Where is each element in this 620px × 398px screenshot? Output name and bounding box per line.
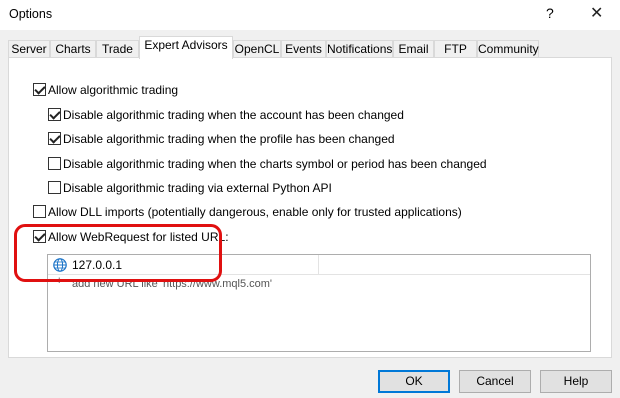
url-list[interactable]: 127.0.0.1 + add new URL like 'https://ww… <box>47 254 591 352</box>
cancel-button[interactable]: Cancel <box>459 370 531 393</box>
tab-email[interactable]: Email <box>393 40 434 58</box>
tab-community[interactable]: Community <box>477 40 539 58</box>
allow-algo-trading-label: Allow algorithmic trading <box>48 83 179 97</box>
close-icon[interactable]: ✕ <box>590 3 603 23</box>
url-value: 127.0.0.1 <box>72 258 123 272</box>
allow-algo-trading-checkbox[interactable] <box>33 83 46 96</box>
add-url-icon[interactable]: + <box>56 275 62 287</box>
tab-events[interactable]: Events <box>281 40 326 58</box>
allow-webrequest-label: Allow WebRequest for listed URL: <box>48 230 229 244</box>
globe-icon <box>53 258 67 272</box>
column-divider <box>318 255 319 275</box>
tab-opencl[interactable]: OpenCL <box>233 40 281 58</box>
help-button[interactable]: Help <box>540 370 612 393</box>
window-title: Options <box>9 7 53 21</box>
tab-ftp[interactable]: FTP <box>434 40 477 58</box>
tab-trade[interactable]: Trade <box>96 40 139 58</box>
title-bar: Options ? ✕ <box>0 0 620 30</box>
add-url-hint[interactable]: add new URL like 'https://www.mql5.com' <box>72 278 272 290</box>
disable-via-python-label: Disable algorithmic trading via external… <box>63 181 332 195</box>
disable-on-account-change-checkbox[interactable] <box>48 108 61 121</box>
help-icon[interactable]: ? <box>546 5 554 21</box>
disable-on-account-change-label: Disable algorithmic trading when the acc… <box>63 108 404 122</box>
allow-dll-imports-label: Allow DLL imports (potentially dangerous… <box>48 205 462 219</box>
ok-button[interactable]: OK <box>378 370 450 393</box>
disable-on-profile-change-label: Disable algorithmic trading when the pro… <box>63 132 395 146</box>
url-list-item[interactable]: 127.0.0.1 <box>48 255 590 275</box>
disable-via-python-checkbox[interactable] <box>48 181 61 194</box>
tab-charts[interactable]: Charts <box>50 40 96 58</box>
disable-on-symbol-change-checkbox[interactable] <box>48 157 61 170</box>
allow-webrequest-checkbox[interactable] <box>33 230 46 243</box>
disable-on-symbol-change-label: Disable algorithmic trading when the cha… <box>63 157 487 171</box>
tab-server[interactable]: Server <box>8 40 50 58</box>
disable-on-profile-change-checkbox[interactable] <box>48 132 61 145</box>
allow-dll-imports-checkbox[interactable] <box>33 205 46 218</box>
tab-notifications[interactable]: Notifications <box>326 40 393 58</box>
tab-expert-advisors[interactable]: Expert Advisors <box>139 36 233 59</box>
